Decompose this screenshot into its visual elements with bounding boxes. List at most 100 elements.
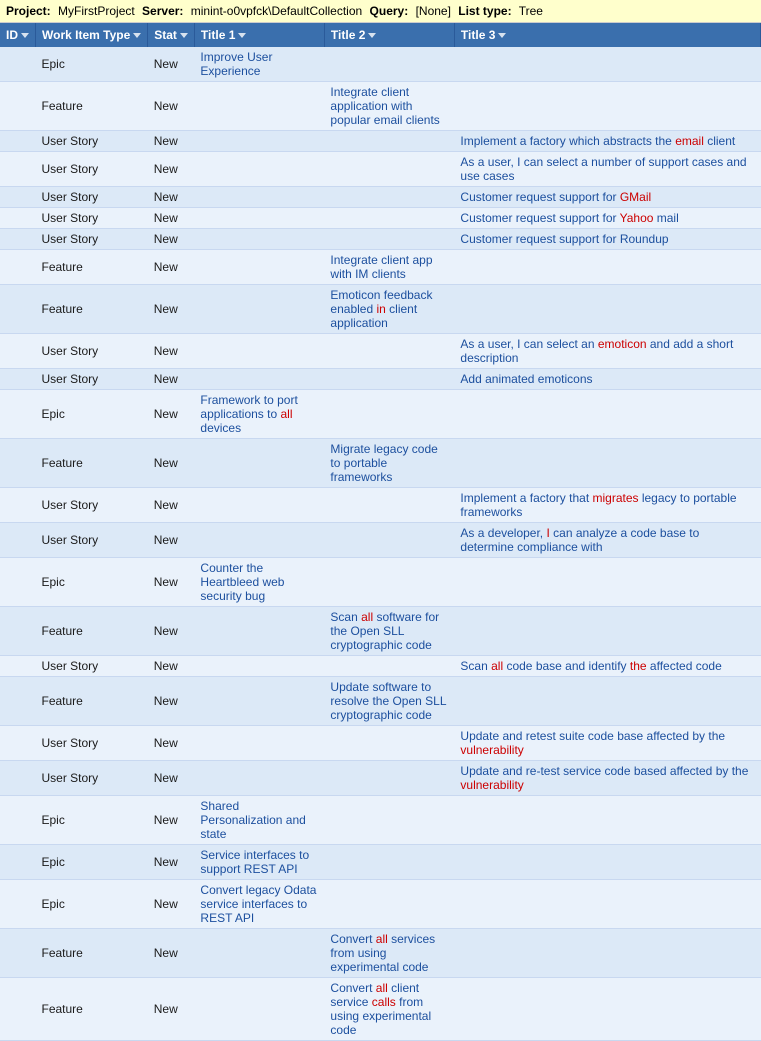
project-value: MyFirstProject [58, 4, 135, 18]
cell-title3: Customer request support for GMail [454, 187, 760, 208]
cell-status: New [148, 656, 195, 677]
cell-status: New [148, 488, 195, 523]
cell-type: Feature [36, 82, 148, 131]
cell-title2 [324, 523, 454, 558]
table-row: User StoryNewUpdate and re-test service … [0, 761, 761, 796]
cell-type: User Story [36, 131, 148, 152]
cell-title3: As a user, I can select an emoticon and … [454, 334, 760, 369]
col-header-title2[interactable]: Title 2 [324, 23, 454, 47]
cell-title3: As a user, I can select a number of supp… [454, 152, 760, 187]
cell-title2 [324, 47, 454, 82]
cell-title2 [324, 369, 454, 390]
cell-type: Epic [36, 390, 148, 439]
col-header-workitemtype[interactable]: Work Item Type [36, 23, 148, 47]
cell-id [0, 523, 36, 558]
cell-id [0, 796, 36, 845]
cell-title1 [194, 131, 324, 152]
cell-id [0, 488, 36, 523]
cell-title1 [194, 82, 324, 131]
cell-title1: Counter the Heartbleed web security bug [194, 558, 324, 607]
query-label: Query: [370, 4, 409, 18]
cell-title2: Convert all client service calls from us… [324, 978, 454, 1041]
cell-title2 [324, 845, 454, 880]
cell-title2: Integrate client application with popula… [324, 82, 454, 131]
table-row: EpicNewConvert legacy Odata service inte… [0, 880, 761, 929]
cell-title2 [324, 656, 454, 677]
cell-type: Epic [36, 880, 148, 929]
col-header-title1[interactable]: Title 1 [194, 23, 324, 47]
table-row: FeatureNewIntegrate client application w… [0, 82, 761, 131]
cell-type: User Story [36, 488, 148, 523]
cell-id [0, 880, 36, 929]
cell-id [0, 334, 36, 369]
cell-title3 [454, 82, 760, 131]
cell-id [0, 607, 36, 656]
cell-id [0, 369, 36, 390]
cell-status: New [148, 880, 195, 929]
cell-title3: Customer request support for Roundup [454, 229, 760, 250]
listtype-label: List type: [458, 4, 511, 18]
col-header-title3[interactable]: Title 3 [454, 23, 760, 47]
cell-status: New [148, 285, 195, 334]
table-row: EpicNewCounter the Heartbleed web securi… [0, 558, 761, 607]
cell-title3: Update and retest suite code base affect… [454, 726, 760, 761]
cell-title1 [194, 523, 324, 558]
cell-type: Feature [36, 439, 148, 488]
cell-title1 [194, 656, 324, 677]
cell-title1 [194, 929, 324, 978]
cell-status: New [148, 558, 195, 607]
cell-title2 [324, 796, 454, 845]
cell-title2 [324, 880, 454, 929]
cell-type: User Story [36, 726, 148, 761]
cell-type: Feature [36, 285, 148, 334]
table-row: User StoryNewAs a user, I can select a n… [0, 152, 761, 187]
cell-status: New [148, 439, 195, 488]
cell-status: New [148, 845, 195, 880]
cell-title2 [324, 488, 454, 523]
cell-id [0, 439, 36, 488]
table-row: User StoryNewImplement a factory which a… [0, 131, 761, 152]
cell-type: Feature [36, 250, 148, 285]
cell-id [0, 929, 36, 978]
cell-title3: As a developer, I can analyze a code bas… [454, 523, 760, 558]
cell-title3 [454, 929, 760, 978]
cell-id [0, 152, 36, 187]
cell-id [0, 250, 36, 285]
table-row: User StoryNewCustomer request support fo… [0, 187, 761, 208]
table-row: EpicNewFramework to port applications to… [0, 390, 761, 439]
cell-title3 [454, 558, 760, 607]
table-row: User StoryNew Update and retest suite cod… [0, 726, 761, 761]
cell-title3 [454, 880, 760, 929]
cell-title3 [454, 250, 760, 285]
cell-title2: Update software to resolve the Open SLL … [324, 677, 454, 726]
cell-status: New [148, 726, 195, 761]
cell-status: New [148, 978, 195, 1041]
cell-id [0, 229, 36, 250]
cell-title2 [324, 229, 454, 250]
table-row: FeatureNewConvert all client service cal… [0, 978, 761, 1041]
cell-id [0, 677, 36, 726]
col-header-status[interactable]: Stat [148, 23, 195, 47]
cell-status: New [148, 47, 195, 82]
cell-status: New [148, 369, 195, 390]
cell-title1: Framework to port applications to all de… [194, 390, 324, 439]
cell-status: New [148, 250, 195, 285]
cell-title2 [324, 334, 454, 369]
cell-title2 [324, 558, 454, 607]
cell-id [0, 47, 36, 82]
server-label: Server: [142, 4, 183, 18]
cell-title3 [454, 439, 760, 488]
cell-type: User Story [36, 761, 148, 796]
cell-title1 [194, 978, 324, 1041]
cell-type: Feature [36, 929, 148, 978]
cell-title3: Implement a factory that migrates legacy… [454, 488, 760, 523]
cell-title1 [194, 187, 324, 208]
cell-id [0, 656, 36, 677]
cell-id [0, 187, 36, 208]
cell-type: User Story [36, 208, 148, 229]
cell-title3 [454, 845, 760, 880]
col-header-id[interactable]: ID [0, 23, 36, 47]
table-row: User StoryNewAs a user, I can select an … [0, 334, 761, 369]
cell-type: Epic [36, 796, 148, 845]
cell-type: Epic [36, 47, 148, 82]
